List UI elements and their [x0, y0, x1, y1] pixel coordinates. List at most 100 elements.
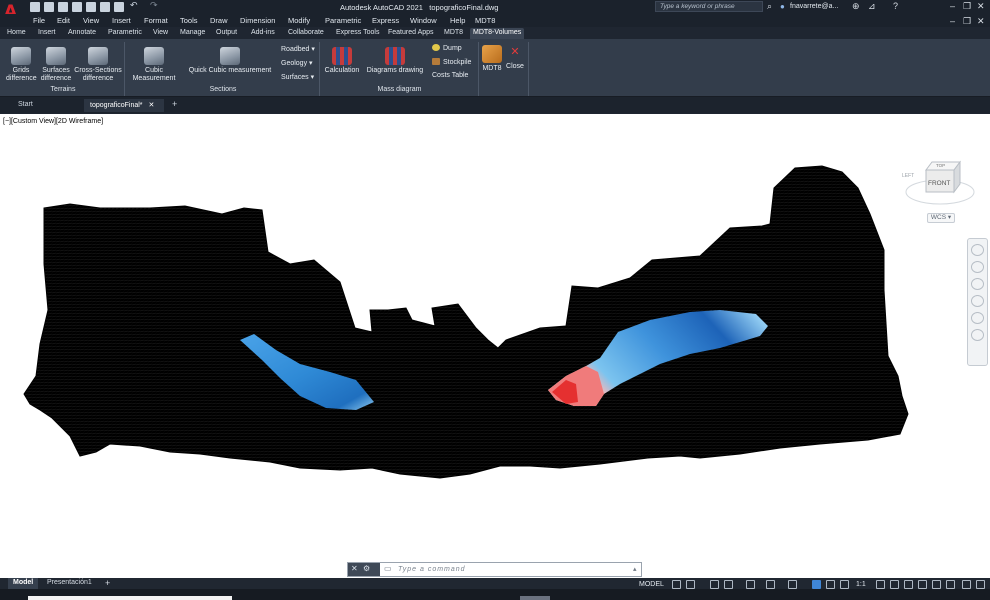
command-history-icon[interactable]: ▴ [633, 565, 637, 573]
help-icon[interactable]: ? [893, 1, 898, 11]
doc-restore-button[interactable]: ❐ [963, 16, 971, 27]
tab-mdt8[interactable]: MDT8 [441, 28, 466, 39]
selection-cycling-icon[interactable] [788, 580, 797, 589]
web-mobile-icon[interactable] [86, 2, 96, 12]
model-space-toggle[interactable]: MODEL [639, 581, 664, 588]
minimize-button[interactable]: – [950, 1, 955, 11]
annotation-scale-icon[interactable] [840, 580, 849, 589]
cart-icon[interactable]: ⊕ [852, 1, 860, 12]
plot-icon[interactable] [100, 2, 110, 12]
mdt8-button[interactable]: MDT8 [481, 45, 503, 73]
menu-tools[interactable]: Tools [180, 16, 198, 25]
new-file-icon[interactable] [30, 2, 40, 12]
tab-manage[interactable]: Manage [177, 28, 208, 39]
doc-minimize-button[interactable]: – [950, 16, 955, 26]
surfaces-dropdown[interactable]: Surfaces ▾ [281, 73, 314, 81]
nav-settings-icon[interactable] [971, 329, 984, 341]
search-icon[interactable]: ⌕ [767, 1, 772, 12]
viewcube-front-label[interactable]: FRONT [928, 180, 950, 187]
costs-table-button[interactable]: Costs Table [432, 72, 468, 79]
undo-icon[interactable]: ↶ [130, 0, 140, 10]
wcs-dropdown[interactable]: WCS ▾ [927, 213, 955, 223]
tab-featured-apps[interactable]: Featured Apps [385, 28, 437, 39]
tab-insert[interactable]: Insert [35, 28, 59, 39]
menu-mdt8[interactable]: MDT8 [475, 16, 495, 25]
clean-screen-icon[interactable] [962, 580, 971, 589]
quick-cubic-measurement-button[interactable]: Quick Cubic measurement [186, 47, 274, 75]
autoscale-icon[interactable] [826, 580, 835, 589]
cubic-measurement-button[interactable]: Cubic Measurement [130, 47, 178, 83]
pan-icon[interactable] [971, 261, 984, 273]
annotation-visibility-icon[interactable] [812, 580, 821, 589]
stockpile-button[interactable]: Stockpile [432, 58, 471, 66]
close-button[interactable]: ✕ Close [505, 45, 525, 71]
tab-add-ins[interactable]: Add-ins [248, 28, 278, 39]
snap-icon[interactable] [686, 580, 695, 589]
viewcube-left-label[interactable]: LEFT [902, 173, 914, 179]
user-name[interactable]: fnavarrete@a... [790, 3, 838, 10]
command-input[interactable]: Type a command [382, 564, 622, 575]
doc-close-button[interactable]: ✕ [977, 16, 985, 27]
tab-mdt8-volumes[interactable]: MDT8-Volumes [470, 28, 525, 39]
menu-insert[interactable]: Insert [112, 16, 131, 25]
isodraft-icon[interactable] [746, 580, 755, 589]
tab-express-tools[interactable]: Express Tools [333, 28, 382, 39]
drawing-canvas[interactable]: [−][Custom View][2D Wireframe] FRONT TOP… [0, 114, 990, 578]
geology-dropdown[interactable]: Geology ▾ [281, 59, 313, 67]
units-icon[interactable] [918, 580, 927, 589]
roadbed-dropdown[interactable]: Roadbed ▾ [281, 45, 315, 53]
grids-difference-button[interactable]: Grids difference [6, 47, 37, 83]
tab-topografico-final[interactable]: topograficoFinal* ✕ [84, 99, 164, 112]
calculation-button[interactable]: Calculation [323, 47, 361, 75]
surfaces-difference-button[interactable]: Surfaces difference [39, 47, 73, 83]
annotation-monitor-icon[interactable] [890, 580, 899, 589]
annotation-scale[interactable]: 1:1 [856, 581, 866, 588]
menu-file[interactable]: File [33, 16, 45, 25]
polar-icon[interactable] [724, 580, 733, 589]
workspace-gear-icon[interactable] [876, 580, 885, 589]
tab-start[interactable]: Start [12, 99, 82, 112]
menu-draw[interactable]: Draw [210, 16, 228, 25]
close-tab-icon[interactable]: ✕ [148, 102, 154, 109]
add-icon[interactable] [904, 580, 913, 589]
close-window-button[interactable]: ✕ [977, 1, 985, 12]
osnap-icon[interactable] [766, 580, 775, 589]
menu-parametric[interactable]: Parametric [325, 16, 361, 25]
menu-window[interactable]: Window [410, 16, 437, 25]
hardware-acceleration-icon[interactable] [946, 580, 955, 589]
tab-output[interactable]: Output [213, 28, 240, 39]
zoom-icon[interactable] [971, 278, 984, 290]
close-command-icon[interactable]: ✕ [351, 564, 358, 573]
tab-annotate[interactable]: Annotate [65, 28, 99, 39]
redo-icon[interactable]: ↷ [150, 0, 160, 10]
open-file-icon[interactable] [44, 2, 54, 12]
save-as-icon[interactable] [72, 2, 82, 12]
diagrams-drawing-button[interactable]: Diagrams drawing [365, 47, 425, 75]
ortho-icon[interactable] [710, 580, 719, 589]
viewcube[interactable]: FRONT TOP LEFT [902, 142, 982, 220]
print-icon[interactable] [114, 2, 124, 12]
menu-modify[interactable]: Modify [288, 16, 310, 25]
exchange-icon[interactable]: ⊿ [868, 1, 876, 12]
search-input[interactable]: Type a keyword or phrase [655, 1, 763, 12]
taskbar-search[interactable] [28, 596, 232, 600]
save-icon[interactable] [58, 2, 68, 12]
tab-home[interactable]: Home [4, 28, 29, 39]
menu-help[interactable]: Help [450, 16, 465, 25]
menu-express[interactable]: Express [372, 16, 399, 25]
orbit-icon[interactable] [971, 295, 984, 307]
viewcube-top-label[interactable]: TOP [936, 163, 945, 168]
menu-edit[interactable]: Edit [57, 16, 70, 25]
cross-sections-difference-button[interactable]: Cross-Sections difference [74, 47, 122, 83]
tab-collaborate[interactable]: Collaborate [285, 28, 327, 39]
restore-button[interactable]: ❐ [963, 1, 971, 12]
grid-icon[interactable] [672, 580, 681, 589]
tab-view[interactable]: View [150, 28, 171, 39]
showmotion-icon[interactable] [971, 312, 984, 324]
steering-wheel-icon[interactable] [971, 244, 984, 256]
menu-format[interactable]: Format [144, 16, 168, 25]
dump-button[interactable]: Dump [432, 44, 462, 52]
tab-parametric[interactable]: Parametric [105, 28, 145, 39]
user-icon[interactable]: ● [780, 2, 785, 11]
customize-status-icon[interactable] [976, 580, 985, 589]
